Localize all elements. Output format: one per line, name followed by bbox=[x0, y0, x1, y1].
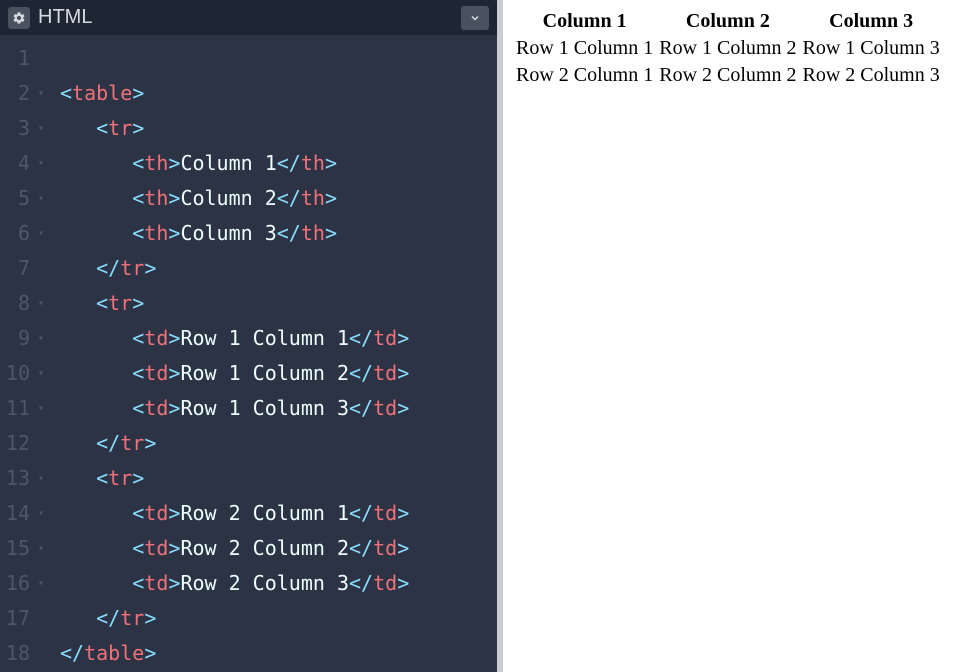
line-number: 4▾ bbox=[0, 146, 50, 181]
code-line[interactable]: </tr> bbox=[60, 426, 497, 461]
code-line[interactable]: </tr> bbox=[60, 251, 497, 286]
line-number: 12 bbox=[0, 426, 50, 461]
code-line[interactable]: <th>Column 1</th> bbox=[60, 146, 497, 181]
fold-icon[interactable]: ▾ bbox=[34, 146, 44, 181]
line-number: 8▾ bbox=[0, 286, 50, 321]
code-line[interactable] bbox=[60, 41, 497, 76]
line-number: 2▾ bbox=[0, 76, 50, 111]
code-line[interactable]: <table> bbox=[60, 76, 497, 111]
code-lines[interactable]: <table> <tr> <th>Column 1</th> <th>Colum… bbox=[50, 41, 497, 672]
fold-icon[interactable]: ▾ bbox=[34, 321, 44, 356]
code-line[interactable]: <td>Row 1 Column 2</td> bbox=[60, 356, 497, 391]
code-line[interactable]: <tr> bbox=[60, 111, 497, 146]
code-area[interactable]: 12▾3▾4▾5▾6▾78▾9▾10▾11▾1213▾14▾15▾16▾1718… bbox=[0, 35, 497, 672]
line-number: 16▾ bbox=[0, 566, 50, 601]
code-line[interactable]: <td>Row 1 Column 1</td> bbox=[60, 321, 497, 356]
table-cell: Row 2 Column 3 bbox=[800, 62, 943, 89]
code-line[interactable]: <td>Row 1 Column 3</td> bbox=[60, 391, 497, 426]
code-line[interactable]: </tr> bbox=[60, 601, 497, 636]
line-number: 5▾ bbox=[0, 181, 50, 216]
fold-icon[interactable]: ▾ bbox=[34, 391, 44, 426]
line-number: 10▾ bbox=[0, 356, 50, 391]
table-header-cell: Column 1 bbox=[513, 8, 656, 35]
line-number: 9▾ bbox=[0, 321, 50, 356]
line-number: 11▾ bbox=[0, 391, 50, 426]
table-row: Row 2 Column 1 Row 2 Column 2 Row 2 Colu… bbox=[513, 62, 943, 89]
fold-icon[interactable]: ▾ bbox=[34, 531, 44, 566]
fold-icon[interactable]: ▾ bbox=[34, 216, 44, 251]
fold-icon[interactable]: ▾ bbox=[34, 181, 44, 216]
code-line[interactable]: <th>Column 3</th> bbox=[60, 216, 497, 251]
editor-title: HTML bbox=[38, 6, 453, 29]
table-cell: Row 2 Column 2 bbox=[656, 62, 799, 89]
line-number: 18 bbox=[0, 636, 50, 671]
fold-icon[interactable]: ▾ bbox=[34, 566, 44, 601]
fold-icon[interactable]: ▾ bbox=[34, 461, 44, 496]
line-number: 6▾ bbox=[0, 216, 50, 251]
line-number: 3▾ bbox=[0, 111, 50, 146]
fold-icon[interactable]: ▾ bbox=[34, 76, 44, 111]
fold-icon[interactable]: ▾ bbox=[34, 496, 44, 531]
gutter: 12▾3▾4▾5▾6▾78▾9▾10▾11▾1213▾14▾15▾16▾1718 bbox=[0, 41, 50, 672]
table-cell: Row 2 Column 1 bbox=[513, 62, 656, 89]
collapse-button[interactable] bbox=[461, 6, 489, 30]
code-line[interactable]: <td>Row 2 Column 3</td> bbox=[60, 566, 497, 601]
table-header-row: Column 1 Column 2 Column 3 bbox=[513, 8, 943, 35]
editor-header: HTML bbox=[0, 0, 497, 35]
code-line[interactable]: <td>Row 2 Column 2</td> bbox=[60, 531, 497, 566]
line-number: 13▾ bbox=[0, 461, 50, 496]
line-number: 7 bbox=[0, 251, 50, 286]
table-cell: Row 1 Column 3 bbox=[800, 35, 943, 62]
table-row: Row 1 Column 1 Row 1 Column 2 Row 1 Colu… bbox=[513, 35, 943, 62]
table-cell: Row 1 Column 2 bbox=[656, 35, 799, 62]
line-number: 14▾ bbox=[0, 496, 50, 531]
code-line[interactable]: <tr> bbox=[60, 286, 497, 321]
gear-icon[interactable] bbox=[8, 7, 30, 29]
code-line[interactable]: <td>Row 2 Column 1</td> bbox=[60, 496, 497, 531]
code-line[interactable]: </table> bbox=[60, 636, 497, 671]
line-number: 15▾ bbox=[0, 531, 50, 566]
code-line[interactable]: <th>Column 2</th> bbox=[60, 181, 497, 216]
line-number: 17 bbox=[0, 601, 50, 636]
preview-table: Column 1 Column 2 Column 3 Row 1 Column … bbox=[513, 8, 943, 89]
line-number: 1 bbox=[0, 41, 50, 76]
fold-icon[interactable]: ▾ bbox=[34, 356, 44, 391]
table-header-cell: Column 3 bbox=[800, 8, 943, 35]
fold-icon[interactable]: ▾ bbox=[34, 286, 44, 321]
preview-pane: Column 1 Column 2 Column 3 Row 1 Column … bbox=[497, 0, 970, 672]
table-header-cell: Column 2 bbox=[656, 8, 799, 35]
fold-icon[interactable]: ▾ bbox=[34, 111, 44, 146]
code-line[interactable]: <tr> bbox=[60, 461, 497, 496]
table-cell: Row 1 Column 1 bbox=[513, 35, 656, 62]
editor-pane: HTML 12▾3▾4▾5▾6▾78▾9▾10▾11▾1213▾14▾15▾16… bbox=[0, 0, 497, 672]
